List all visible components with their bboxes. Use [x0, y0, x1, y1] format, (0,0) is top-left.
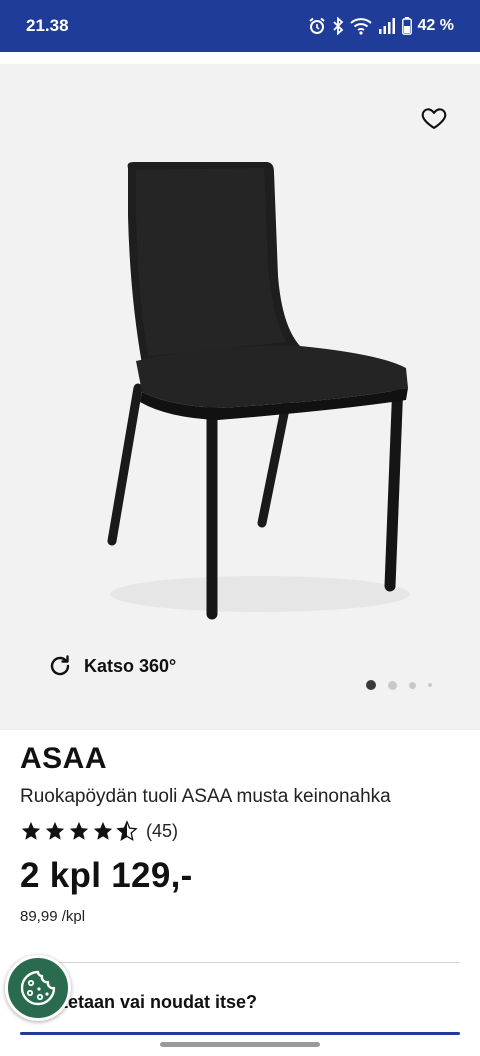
status-time: 21.38 — [26, 16, 69, 35]
star-half-icon — [116, 820, 138, 842]
product-info: ASAA Ruokapöydän tuoli ASAA musta keinon… — [20, 742, 460, 925]
pagination-dot-active[interactable] — [366, 680, 376, 690]
battery-level: 42 % — [417, 17, 454, 34]
unit-price: 89,99 /kpl — [20, 908, 86, 925]
signal-icon — [378, 18, 396, 34]
product-subtitle: Ruokapöydän tuoli ASAA musta keinonahka — [20, 786, 391, 807]
star-full-icon — [21, 821, 41, 840]
review-count[interactable]: (45) — [146, 821, 178, 842]
wifi-icon — [349, 17, 372, 35]
star-full-icon — [45, 821, 65, 840]
favorite-button[interactable] — [420, 104, 448, 132]
cookie-settings-button[interactable] — [5, 955, 71, 1021]
bluetooth-icon — [332, 17, 344, 35]
product-image — [107, 162, 410, 620]
home-indicator[interactable] — [160, 1042, 320, 1047]
pagination-dot[interactable] — [388, 680, 397, 690]
view-360-label: Katso 360° — [84, 655, 177, 676]
delivery-question[interactable]: litetaan vai noudat itse? — [52, 992, 257, 1013]
star-full-icon — [93, 821, 113, 840]
view-360-button[interactable]: Katso 360° — [48, 654, 176, 678]
battery-icon — [401, 17, 412, 35]
pagination-dot[interactable] — [428, 683, 432, 687]
product-image-gallery[interactable]: Katso 360° — [0, 64, 480, 730]
product-brand: ASAA — [20, 742, 108, 775]
section-divider — [20, 962, 460, 963]
gallery-pagination — [366, 680, 432, 690]
star-full-icon — [69, 821, 89, 840]
rotate-icon — [50, 655, 70, 676]
product-price: 2 kpl 129,- — [20, 856, 193, 895]
heart-outline-icon — [421, 108, 447, 129]
alarm-icon — [308, 17, 326, 35]
status-bar: 21.38 42 % — [0, 0, 480, 52]
delivery-option-border — [20, 1032, 460, 1035]
status-icons: 42 % — [308, 17, 454, 35]
product-rating[interactable]: (45) — [20, 820, 460, 842]
cookie-icon — [20, 970, 56, 1006]
pagination-dot[interactable] — [409, 681, 416, 689]
